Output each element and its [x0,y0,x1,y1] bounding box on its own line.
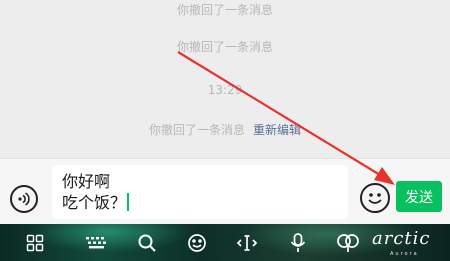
message-input[interactable]: 你好啊 吃个饭？ [52,165,348,219]
timestamp: 13:29 [207,83,243,97]
keyboard-icon[interactable] [82,224,112,261]
send-button[interactable]: 发送 [396,181,442,212]
message-line-2: 吃个饭？ [62,192,338,213]
smiley-icon [368,193,382,204]
search-icon[interactable] [134,224,160,261]
message-line-1: 你好啊 [62,172,111,191]
skin-theme-icon[interactable] [334,224,362,261]
recall-notice: 你撤回了一条消息 [148,123,245,137]
input-bar: 你好啊 吃个饭？ [0,158,450,224]
cursor-move-icon[interactable] [234,224,260,261]
recall-notice: 你撤回了一条消息 [176,40,273,54]
keyboard-brand-logo: arctic [372,228,431,249]
message-line-2-text: 吃个饭？ [62,193,127,212]
keyboard-brand-subtitle: Aurora [390,251,419,257]
voice-input-button[interactable] [10,185,38,213]
reedit-link[interactable]: 重新编辑 [253,123,301,137]
recall-notice-row: 你撤回了一条消息 重新编辑 [0,122,450,138]
grid-icon[interactable] [22,224,48,261]
emoji-button[interactable] [360,183,390,213]
emoji-icon[interactable] [184,224,210,261]
voice-icon [18,192,30,206]
microphone-icon[interactable] [285,224,311,261]
recall-notice: 你撤回了一条消息 [176,3,273,17]
chat-history: 你撤回了一条消息 你撤回了一条消息 13:29 你撤回了一条消息 重新编辑 [0,0,450,158]
text-cursor [127,193,130,211]
